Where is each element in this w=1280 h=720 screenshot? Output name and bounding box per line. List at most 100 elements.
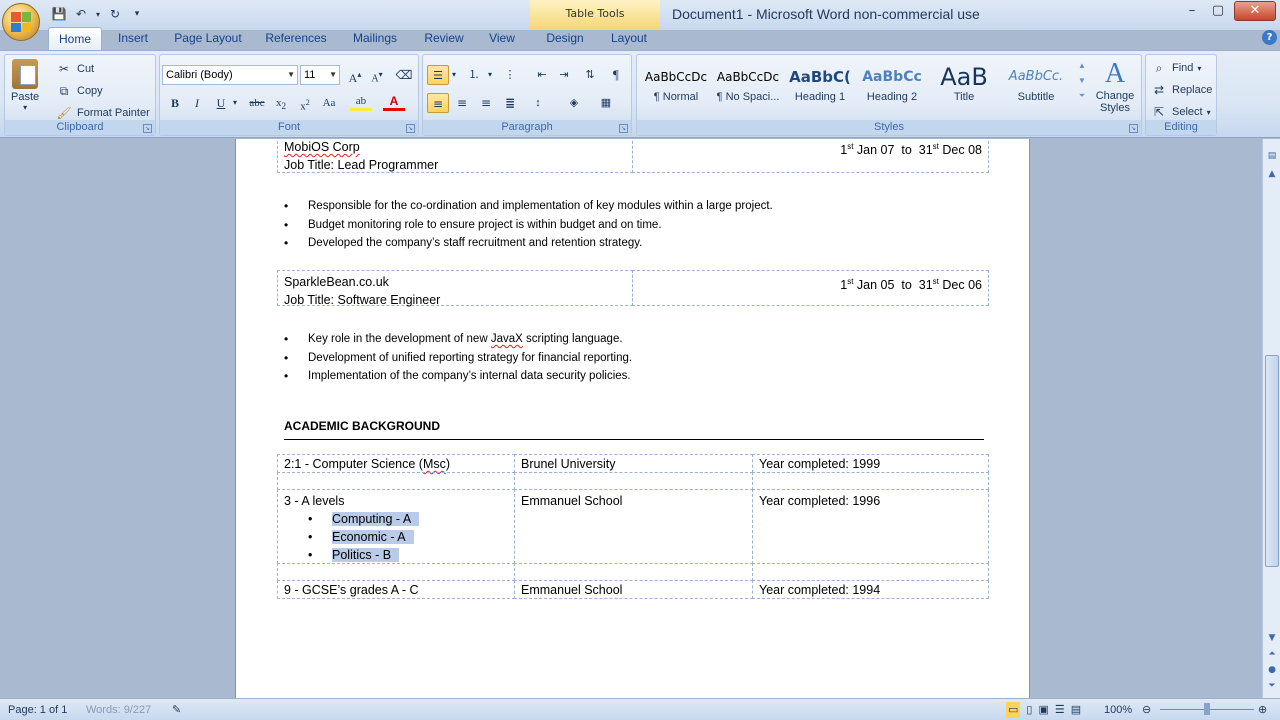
table-cell[interactable]: Year completed: 1994 bbox=[752, 580, 989, 599]
clipboard-launcher-icon[interactable]: ↘ bbox=[143, 124, 152, 133]
table-cell[interactable]: Emmanuel School bbox=[514, 489, 753, 564]
select-button[interactable]: ⇱ Select ▾ bbox=[1150, 103, 1211, 121]
print-layout-icon[interactable]: ▭ bbox=[1006, 702, 1021, 718]
paste-button[interactable]: Paste ▾ bbox=[11, 59, 39, 112]
tab-home[interactable]: Home bbox=[48, 27, 102, 50]
increase-indent-icon[interactable]: ⇥ bbox=[553, 65, 575, 85]
change-styles-button[interactable]: A Change Styles bbox=[1091, 59, 1139, 115]
outline-icon[interactable]: ☰ bbox=[1055, 702, 1065, 718]
font-launcher-icon[interactable]: ↘ bbox=[406, 124, 415, 133]
borders-icon[interactable]: ▦ bbox=[595, 93, 617, 113]
zoom-slider-thumb[interactable] bbox=[1204, 703, 1210, 715]
bold-icon[interactable]: B bbox=[164, 93, 186, 113]
full-screen-reading-icon[interactable]: ▯ bbox=[1026, 702, 1032, 718]
list-item[interactable]: • Politics - B bbox=[308, 546, 508, 564]
styles-scroll-controls[interactable]: ▲ ▼ ⏷ bbox=[1075, 61, 1089, 101]
web-layout-icon[interactable]: ▣ bbox=[1038, 702, 1048, 718]
table-cell[interactable] bbox=[752, 563, 989, 581]
show-formatting-icon[interactable]: ¶ bbox=[605, 65, 627, 85]
proofing-icon[interactable]: ✎ bbox=[172, 702, 181, 718]
style-subtitle[interactable]: AaBbCc. Subtitle bbox=[1001, 61, 1071, 113]
tab-design[interactable]: Design bbox=[540, 27, 590, 50]
office-button[interactable] bbox=[2, 3, 40, 41]
find-button[interactable]: ⌕ Find ▾ bbox=[1150, 59, 1202, 77]
tab-layout[interactable]: Layout bbox=[604, 27, 654, 50]
table-cell[interactable]: 2:1 - Computer Science (Msc) bbox=[277, 454, 515, 473]
grow-font-icon[interactable]: A▴ bbox=[344, 65, 366, 85]
job-company-cell[interactable]: SparkleBean.co.uk Job Title: Software En… bbox=[277, 270, 633, 307]
subscript-icon[interactable]: x2 bbox=[270, 93, 292, 113]
strikethrough-icon[interactable]: abc bbox=[246, 93, 268, 113]
tab-insert[interactable]: Insert bbox=[110, 27, 156, 50]
job-date-cell[interactable]: 1st Jan 05 to 31st Dec 06 bbox=[632, 270, 989, 306]
scroll-down-icon[interactable]: ▼ bbox=[1078, 76, 1086, 85]
scroll-down-icon[interactable]: ▼ bbox=[1265, 631, 1279, 645]
replace-button[interactable]: ⇄ Replace bbox=[1150, 81, 1212, 99]
tab-mailings[interactable]: Mailings bbox=[346, 27, 404, 50]
font-size-combo[interactable]: 11 ▼ bbox=[300, 65, 340, 85]
document-area[interactable]: MobiOS Corp Job Title: Lead Programmer 1… bbox=[0, 139, 1262, 698]
paragraph-launcher-icon[interactable]: ↘ bbox=[619, 124, 628, 133]
ruler-toggle-icon[interactable]: ▤ bbox=[1265, 149, 1279, 163]
numbering-icon[interactable]: ⒈ bbox=[463, 65, 485, 85]
list-item[interactable]: • Economic - A bbox=[308, 528, 508, 546]
justify-icon[interactable]: ≣ bbox=[499, 93, 521, 113]
draft-icon[interactable]: ▤ bbox=[1071, 702, 1081, 718]
more-styles-icon[interactable]: ⏷ bbox=[1079, 91, 1085, 101]
table-cell[interactable]: Year completed: 1996 bbox=[752, 489, 989, 564]
help-icon[interactable]: ? bbox=[1262, 30, 1277, 45]
table-cell[interactable] bbox=[752, 472, 989, 490]
copy-button[interactable]: ⧉ Copy bbox=[55, 82, 103, 100]
bullets-dropdown-icon[interactable]: ▾ bbox=[449, 65, 459, 85]
tab-review[interactable]: Review bbox=[418, 27, 470, 50]
table-cell[interactable]: Emmanuel School bbox=[514, 580, 753, 599]
undo-icon[interactable]: ↶ bbox=[72, 5, 90, 23]
list-item[interactable]: Developed the company’s staff recruitmen… bbox=[284, 234, 773, 253]
customize-qat-icon[interactable]: ▾ bbox=[128, 5, 146, 23]
table-cell[interactable]: 9 - GCSE’s grades A - C bbox=[277, 580, 515, 599]
list-item[interactable]: Budget monitoring role to ensure project… bbox=[284, 216, 773, 235]
table-cell[interactable]: Brunel University bbox=[514, 454, 753, 473]
sort-icon[interactable]: ⇅ bbox=[579, 65, 601, 85]
save-icon[interactable]: 💾 bbox=[50, 5, 68, 23]
word-count[interactable]: Words: 9/227 bbox=[86, 702, 151, 718]
tab-view[interactable]: View bbox=[482, 27, 522, 50]
scroll-thumb[interactable] bbox=[1265, 355, 1279, 567]
shading-icon[interactable]: ◈ bbox=[563, 93, 585, 113]
zoom-in-icon[interactable]: ⊕ bbox=[1258, 702, 1267, 718]
list-item[interactable]: Implementation of the company’s internal… bbox=[284, 367, 632, 386]
style-no-spacing[interactable]: AaBbCcDc ¶ No Spaci... bbox=[713, 61, 783, 113]
style-heading-2[interactable]: AaBbCc Heading 2 bbox=[857, 61, 927, 113]
undo-dropdown-icon[interactable]: ▾ bbox=[94, 5, 102, 23]
font-color-icon[interactable]: A bbox=[383, 93, 405, 111]
multilevel-list-icon[interactable]: ⋮ bbox=[499, 65, 521, 85]
maximize-button[interactable]: ▢ bbox=[1206, 3, 1230, 21]
close-button[interactable]: ✕ bbox=[1234, 1, 1276, 21]
previous-page-icon[interactable]: ⏶ bbox=[1265, 647, 1279, 661]
table-cell[interactable] bbox=[514, 563, 753, 581]
scroll-up-icon[interactable]: ▲ bbox=[1078, 61, 1086, 70]
numbering-dropdown-icon[interactable]: ▾ bbox=[485, 65, 495, 85]
style-normal[interactable]: AaBbCcDc ¶ Normal bbox=[641, 61, 711, 113]
decrease-indent-icon[interactable]: ⇤ bbox=[531, 65, 553, 85]
tab-references[interactable]: References bbox=[260, 27, 332, 50]
table-cell[interactable] bbox=[277, 563, 515, 581]
superscript-icon[interactable]: x2 bbox=[294, 93, 316, 113]
scroll-up-icon[interactable]: ▲ bbox=[1265, 167, 1279, 181]
table-cell[interactable] bbox=[514, 472, 753, 490]
select-browse-object-icon[interactable]: ● bbox=[1265, 663, 1279, 677]
minimize-button[interactable]: – bbox=[1180, 3, 1204, 21]
vertical-scrollbar[interactable]: ▤ ▲ ▼ ⏶ ● ⏷ bbox=[1262, 139, 1280, 698]
change-case-icon[interactable]: Aa bbox=[318, 93, 340, 113]
highlight-icon[interactable]: ab bbox=[350, 93, 372, 111]
underline-dropdown-icon[interactable]: ▾ bbox=[230, 93, 240, 113]
table-cell[interactable] bbox=[277, 472, 515, 490]
list-item[interactable]: Development of unified reporting strateg… bbox=[284, 349, 632, 368]
shrink-font-icon[interactable]: A▾ bbox=[366, 65, 388, 85]
page-indicator[interactable]: Page: 1 of 1 bbox=[8, 702, 67, 718]
align-center-icon[interactable]: ≡ bbox=[451, 93, 473, 113]
list-item[interactable]: Key role in the development of new JavaX… bbox=[284, 330, 632, 349]
bullets-icon[interactable]: ☰ bbox=[427, 65, 449, 85]
table-cell[interactable]: Year completed: 1999 bbox=[752, 454, 989, 473]
cut-button[interactable]: ✂ Cut bbox=[55, 60, 94, 78]
